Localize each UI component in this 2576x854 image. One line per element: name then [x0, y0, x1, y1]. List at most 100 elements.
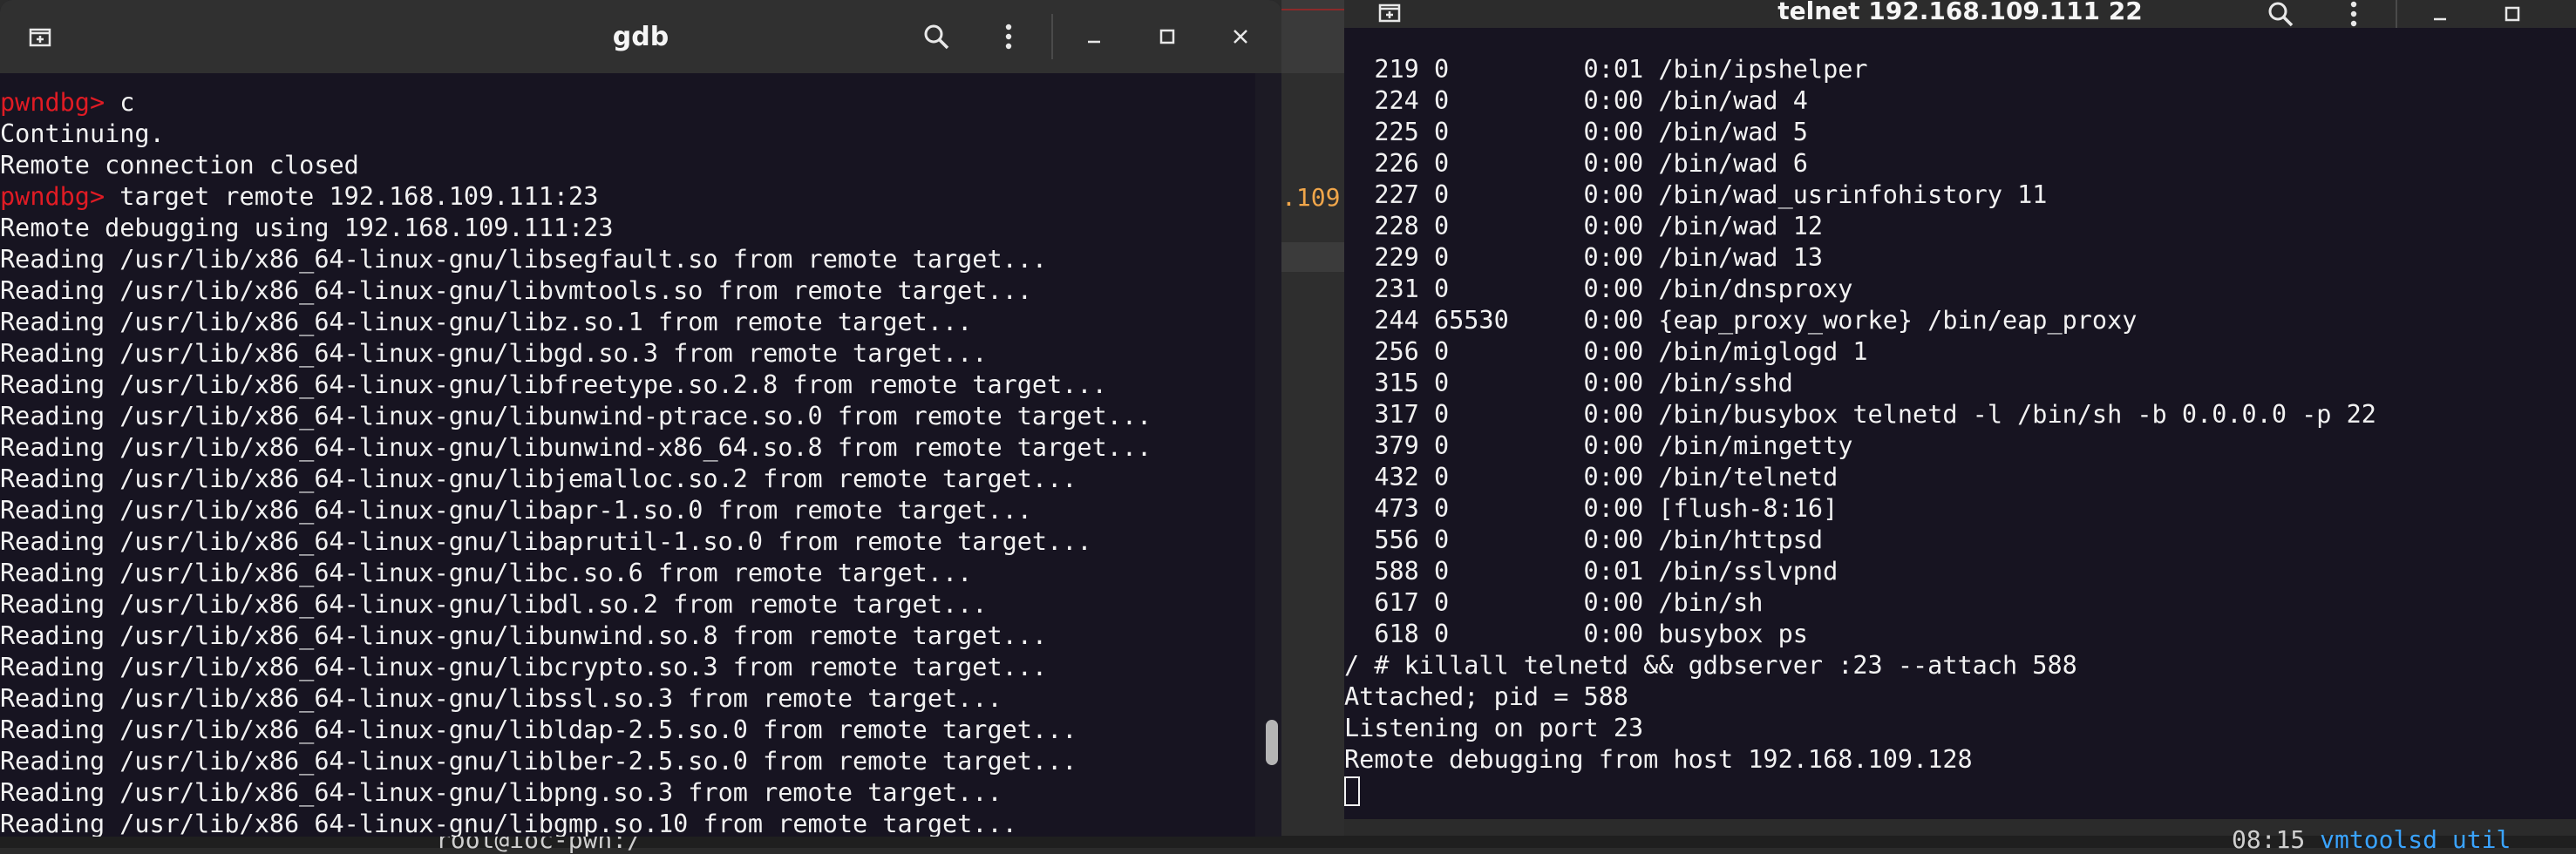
terminal-line: Remote debugging using 192.168.109.111:2…	[0, 213, 1281, 244]
minimize-icon[interactable]	[1073, 16, 1115, 58]
terminal-line: Reading /usr/lib/x86_64-linux-gnu/libseg…	[0, 244, 1281, 275]
window-title: telnet 192.168.109.111 22	[1777, 0, 2143, 25]
terminal-line: Reading /usr/lib/x86_64-linux-gnu/libgmp…	[0, 809, 1281, 837]
telnet-terminal-output[interactable]: 219 0 0:01 /bin/ipshelper 224 0 0:00 /bi…	[1344, 54, 2576, 819]
terminal-line-text: Reading /usr/lib/x86_64-linux-gnu/libcry…	[0, 653, 1048, 681]
kebab-menu-icon[interactable]	[988, 16, 1030, 58]
terminal-line: 617 0 0:00 /bin/sh	[1344, 588, 1764, 617]
terminal-line: Reading /usr/lib/x86_64-linux-gnu/libfre…	[0, 369, 1281, 401]
terminal-line: Reading /usr/lib/x86_64-linux-gnu/libapr…	[0, 495, 1281, 526]
terminal-line: Continuing.	[0, 119, 1281, 150]
terminal-line: 588 0 0:01 /bin/sslvpnd	[1344, 557, 1839, 586]
gdb-prompt: pwndbg>	[0, 88, 120, 117]
gdb-terminal-output[interactable]: pwndbg> c Continuing. Remote connection cl…	[0, 87, 1281, 837]
terminal-line: 244 65530 0:00 {eap_proxy_worke} /bin/ea…	[1344, 306, 2138, 335]
scrollbar-thumb[interactable]	[1266, 720, 1278, 765]
background-process-text: 08:15 vmtoolsd util	[2232, 825, 2511, 854]
terminal-line-text: Reading /usr/lib/x86_64-linux-gnu/libgd.…	[0, 339, 988, 368]
terminal-line: Reading /usr/lib/x86_64-linux-gnu/liblda…	[0, 715, 1281, 746]
terminal-line: 379 0 0:00 /bin/mingetty	[1344, 431, 1853, 460]
kebab-menu-icon[interactable]	[2333, 0, 2375, 35]
terminal-line: 618 0 0:00 busybox ps	[1344, 620, 1808, 648]
background-time: 08:15	[2232, 825, 2321, 854]
terminal-line-text: Reading /usr/lib/x86_64-linux-gnu/libapr…	[0, 496, 1032, 525]
terminal-line-text: Reading /usr/lib/x86_64-linux-gnu/libdl.…	[0, 590, 988, 619]
terminal-line: Reading /usr/lib/x86_64-linux-gnu/liblbe…	[0, 746, 1281, 777]
terminal-line: 317 0 0:00 /bin/busybox telnetd -l /bin/…	[1344, 400, 2376, 429]
maximize-icon[interactable]	[2491, 0, 2533, 35]
terminal-line: 315 0 0:00 /bin/sshd	[1344, 369, 1793, 397]
terminal-line: Reading /usr/lib/x86_64-linux-gnu/libunw…	[0, 432, 1281, 464]
terminal-line: 231 0 0:00 /bin/dnsproxy	[1344, 274, 1853, 303]
terminal-line: Reading /usr/lib/x86_64-linux-gnu/libvmt…	[0, 275, 1281, 307]
terminal-line: Reading /usr/lib/x86_64-linux-gnu/libunw…	[0, 401, 1281, 432]
terminal-line: Remote connection closed	[0, 150, 1281, 181]
terminal-line: 473 0 0:00 [flush-8:16]	[1344, 494, 1839, 523]
gdb-prompt: pwndbg>	[0, 182, 120, 211]
terminal-line-text: Remote debugging using 192.168.109.111:2…	[0, 214, 614, 242]
terminal-line: pwndbg> c	[0, 87, 1281, 119]
terminal-line: 219 0 0:01 /bin/ipshelper	[1344, 55, 1868, 84]
titlebar-separator	[2396, 0, 2397, 28]
terminal-line: Listening on port 23	[1344, 714, 1644, 742]
search-icon[interactable]	[2260, 0, 2301, 35]
terminal-line: 227 0 0:00 /bin/wad_usrinfohistory 11	[1344, 180, 2048, 209]
terminal-line: Remote debugging from host 192.168.109.1…	[1344, 745, 1973, 774]
terminal-line-text: Reading /usr/lib/x86_64-linux-gnu/libc.s…	[0, 559, 973, 587]
background-titlebar	[1281, 0, 1344, 73]
telnet-titlebar[interactable]: telnet 192.168.109.111 22	[1344, 0, 2576, 28]
minimize-icon[interactable]	[2419, 0, 2461, 35]
terminal-line-text: Reading /usr/lib/x86_64-linux-gnu/libz.s…	[0, 308, 973, 336]
terminal-line-text: Reading /usr/lib/x86_64-linux-gnu/libunw…	[0, 621, 1048, 650]
terminal-line: 229 0 0:00 /bin/wad 13	[1344, 243, 1824, 272]
terminal-line: 432 0 0:00 /bin/telnetd	[1344, 463, 1839, 491]
terminal-line-text: c	[119, 88, 135, 117]
terminal-line-text: Reading /usr/lib/x86_64-linux-gnu/liblda…	[0, 715, 1077, 744]
background-ip-fragment: .109	[1281, 183, 1341, 212]
background-accent-line	[1281, 9, 1344, 10]
titlebar-separator	[1051, 14, 1053, 59]
terminal-line-text: target remote 192.168.109.111:23	[119, 182, 599, 211]
scrollbar[interactable]	[1255, 73, 1281, 837]
terminal-line: 224 0 0:00 /bin/wad 4	[1344, 86, 1808, 115]
text-cursor	[1344, 776, 1360, 806]
terminal-line: 228 0 0:00 /bin/wad 12	[1344, 212, 1824, 241]
terminal-line: 556 0 0:00 /bin/httpsd	[1344, 525, 1824, 554]
terminal-line: 226 0 0:00 /bin/wad 6	[1344, 149, 1808, 178]
gdb-terminal-window: gdb pwndbg> c Continuing. Remote connectio…	[0, 0, 1281, 837]
terminal-line: / # killall telnetd && gdbserver :23 --a…	[1344, 651, 2077, 680]
gdb-titlebar[interactable]: gdb	[0, 0, 1281, 73]
terminal-line: Reading /usr/lib/x86_64-linux-gnu/libz.s…	[0, 307, 1281, 338]
close-icon[interactable]	[1220, 16, 1261, 58]
terminal-input-line[interactable]	[1344, 776, 2576, 807]
terminal-line-text: Reading /usr/lib/x86_64-linux-gnu/libunw…	[0, 433, 1152, 462]
terminal-line: Reading /usr/lib/x86_64-linux-gnu/libgd.…	[0, 338, 1281, 369]
terminal-line-text: Reading /usr/lib/x86_64-linux-gnu/libpng…	[0, 778, 1003, 807]
terminal-line: Reading /usr/lib/x86_64-linux-gnu/libc.s…	[0, 558, 1281, 589]
background-process-name: vmtoolsd util	[2320, 825, 2511, 854]
terminal-line: 256 0 0:00 /bin/miglogd 1	[1344, 337, 1868, 366]
new-tab-icon[interactable]	[1369, 0, 1410, 35]
terminal-line-text: Reading /usr/lib/x86_64-linux-gnu/libfre…	[0, 370, 1107, 399]
terminal-line-text: Remote connection closed	[0, 151, 359, 180]
desktop-bottom-strip: root@ioc-pwn:/ 08:15 vmtoolsd util	[0, 825, 2576, 854]
terminal-line-text: Reading /usr/lib/x86_64-linux-gnu/libgmp…	[0, 810, 1017, 837]
telnet-terminal-window: telnet 192.168.109.111 22 219 0 0:01 /bi…	[1344, 0, 2576, 819]
terminal-line-text: Reading /usr/lib/x86_64-linux-gnu/libseg…	[0, 245, 1048, 274]
terminal-line-text: Continuing.	[0, 119, 165, 148]
terminal-line: Reading /usr/lib/x86_64-linux-gnu/libcry…	[0, 652, 1281, 683]
search-icon[interactable]	[915, 16, 957, 58]
terminal-line: Reading /usr/lib/x86_64-linux-gnu/libdl.…	[0, 589, 1281, 620]
terminal-line: Reading /usr/lib/x86_64-linux-gnu/libpng…	[0, 777, 1281, 809]
maximize-icon[interactable]	[1146, 16, 1188, 58]
terminal-line: 225 0 0:00 /bin/wad 5	[1344, 118, 1808, 146]
new-tab-icon[interactable]	[19, 16, 61, 58]
terminal-line-text: Reading /usr/lib/x86_64-linux-gnu/libvmt…	[0, 276, 1032, 305]
background-highlight-row	[1281, 242, 1344, 272]
terminal-line: Reading /usr/lib/x86_64-linux-gnu/libjem…	[0, 464, 1281, 495]
terminal-line-text: Reading /usr/lib/x86_64-linux-gnu/libapr…	[0, 527, 1092, 556]
terminal-line: Reading /usr/lib/x86_64-linux-gnu/libunw…	[0, 620, 1281, 652]
terminal-line: Reading /usr/lib/x86_64-linux-gnu/libapr…	[0, 526, 1281, 558]
terminal-line: Reading /usr/lib/x86_64-linux-gnu/libssl…	[0, 683, 1281, 715]
terminal-line: pwndbg> target remote 192.168.109.111:23	[0, 181, 1281, 213]
